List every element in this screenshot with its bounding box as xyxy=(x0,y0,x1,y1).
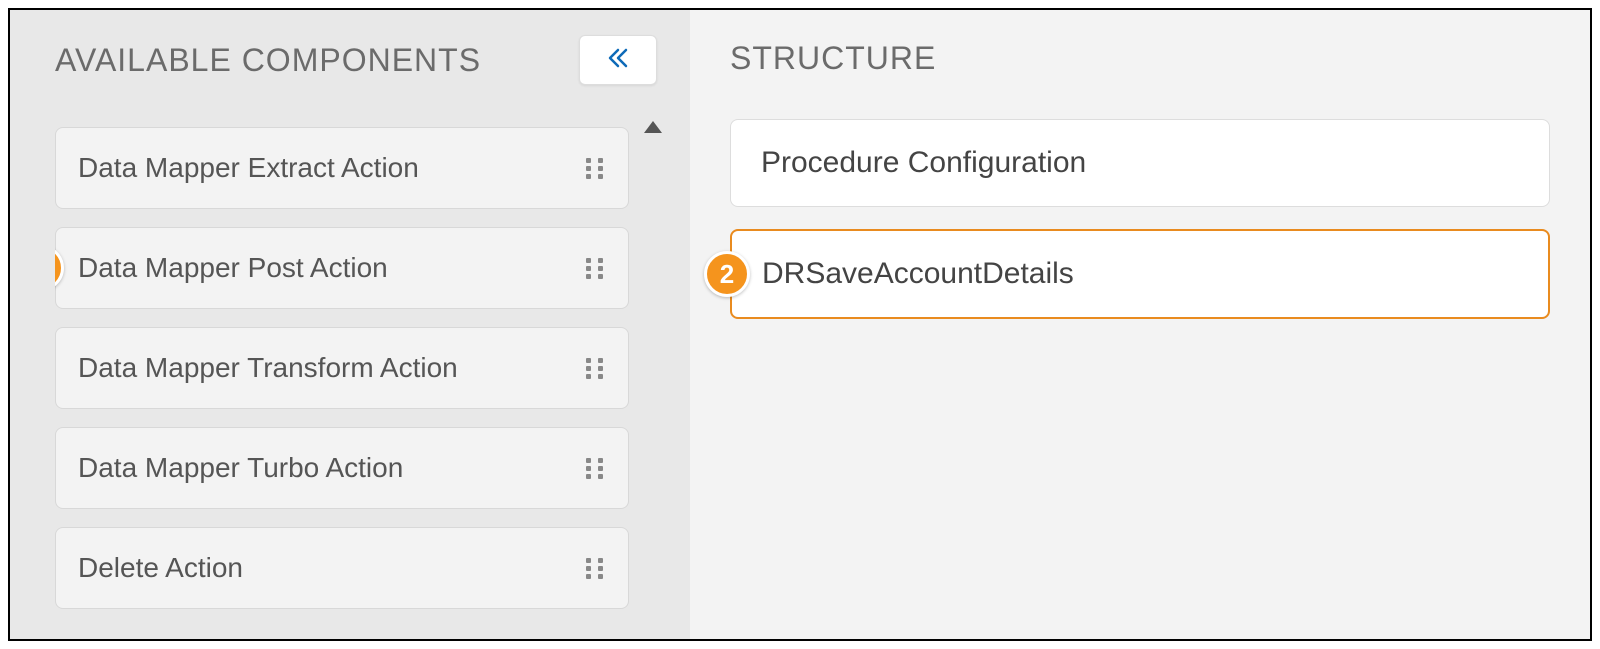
component-data-mapper-post-action[interactable]: 1 Data Mapper Post Action xyxy=(55,227,629,309)
scroll-up-icon[interactable] xyxy=(644,121,662,133)
structure-title: STRUCTURE xyxy=(730,40,1550,77)
drag-handle-icon[interactable] xyxy=(586,258,606,279)
components-scrollbar[interactable] xyxy=(641,113,665,639)
component-label: Data Mapper Extract Action xyxy=(78,152,419,184)
chevron-double-left-icon xyxy=(606,48,630,73)
component-delete-action[interactable]: Delete Action xyxy=(55,527,629,609)
structure-panel: STRUCTURE Procedure Configuration 2 DRSa… xyxy=(690,10,1590,639)
app-frame: AVAILABLE COMPONENTS Data Mapper Extract… xyxy=(8,8,1592,641)
component-label: Data Mapper Turbo Action xyxy=(78,452,403,484)
structure-item-label: DRSaveAccountDetails xyxy=(762,257,1074,290)
callout-badge-1: 1 xyxy=(55,245,64,291)
components-scroll-wrap: Data Mapper Extract Action 1 Data Mapper… xyxy=(55,113,665,639)
available-components-panel: AVAILABLE COMPONENTS Data Mapper Extract… xyxy=(10,10,690,639)
structure-item-procedure-configuration[interactable]: Procedure Configuration xyxy=(730,119,1550,207)
component-data-mapper-turbo-action[interactable]: Data Mapper Turbo Action xyxy=(55,427,629,509)
drag-handle-icon[interactable] xyxy=(586,158,606,179)
left-panel-header: AVAILABLE COMPONENTS xyxy=(55,35,665,85)
component-label: Delete Action xyxy=(78,552,243,584)
drag-handle-icon[interactable] xyxy=(586,458,606,479)
component-label: Data Mapper Transform Action xyxy=(78,352,458,384)
structure-item-drsaveaccountdetails[interactable]: 2 DRSaveAccountDetails xyxy=(730,229,1550,319)
callout-badge-2: 2 xyxy=(704,251,750,297)
available-components-title: AVAILABLE COMPONENTS xyxy=(55,42,481,79)
component-data-mapper-transform-action[interactable]: Data Mapper Transform Action xyxy=(55,327,629,409)
collapse-panel-button[interactable] xyxy=(579,35,657,85)
drag-handle-icon[interactable] xyxy=(586,358,606,379)
drag-handle-icon[interactable] xyxy=(586,558,606,579)
structure-item-label: Procedure Configuration xyxy=(761,146,1086,179)
components-list: Data Mapper Extract Action 1 Data Mapper… xyxy=(55,113,629,639)
component-data-mapper-extract-action[interactable]: Data Mapper Extract Action xyxy=(55,127,629,209)
component-label: Data Mapper Post Action xyxy=(78,252,388,284)
